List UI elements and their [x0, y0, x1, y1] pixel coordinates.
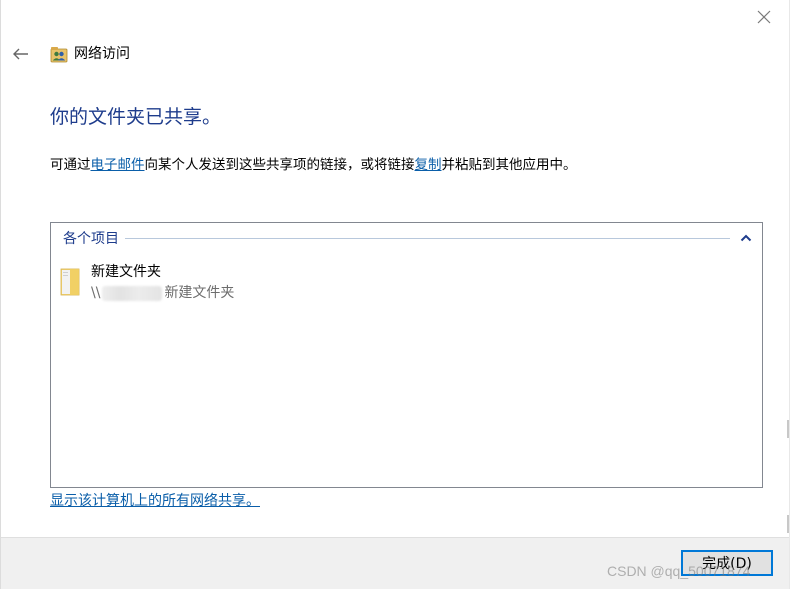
folder-icon	[59, 267, 83, 299]
group-label: 各个项目	[63, 231, 119, 247]
shared-items-list[interactable]: 各个项目 新建文件夹 \\ 新建文件夹	[50, 222, 763, 488]
back-arrow-icon	[13, 48, 28, 60]
items-group-header: 各个项目	[63, 228, 754, 248]
close-button[interactable]	[753, 6, 775, 28]
item-name: 新建文件夹	[91, 264, 161, 280]
back-button[interactable]	[11, 44, 31, 64]
item-path-prefix: \\	[91, 285, 101, 301]
chevron-up-icon[interactable]	[738, 230, 754, 246]
item-network-path: \\ 新建文件夹	[91, 283, 234, 303]
group-divider	[125, 237, 730, 239]
description-text-1: 可通过	[50, 157, 91, 173]
description-text-3: 并粘贴到其他应用中。	[441, 157, 577, 173]
edge-mark-top	[787, 420, 789, 438]
description-text-2: 向某个人发送到这些共享项的链接，或将链接	[144, 157, 415, 173]
finish-button[interactable]: 完成(D)	[681, 550, 773, 576]
page-headline: 你的文件夹已共享。	[50, 106, 222, 128]
close-icon	[757, 10, 771, 24]
redacted-host	[102, 285, 163, 301]
edge-mark-bottom	[787, 515, 789, 533]
show-all-shares-link[interactable]: 显示该计算机上的所有网络共享。	[50, 491, 260, 511]
share-description: 可通过电子邮件向某个人发送到这些共享项的链接，或将链接复制并粘贴到其他应用中。	[50, 155, 577, 175]
copy-link[interactable]: 复制	[415, 157, 442, 173]
item-path-suffix: 新建文件夹	[164, 285, 235, 301]
list-item[interactable]: 新建文件夹 \\ 新建文件夹	[59, 261, 279, 305]
email-link[interactable]: 电子邮件	[91, 157, 145, 173]
dialog-footer: 完成(D)	[1, 537, 789, 589]
window-title: 网络访问	[74, 46, 130, 62]
network-users-icon	[50, 45, 68, 63]
network-access-dialog: 网络访问 你的文件夹已共享。 可通过电子邮件向某个人发送到这些共享项的链接，或将…	[0, 0, 790, 589]
